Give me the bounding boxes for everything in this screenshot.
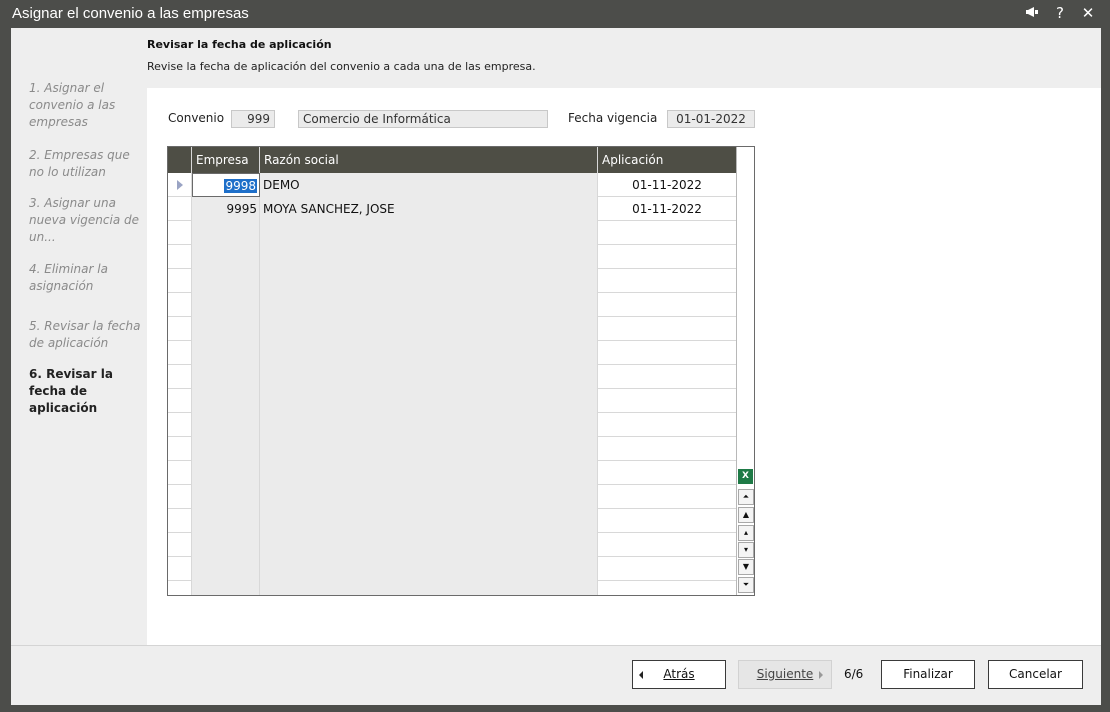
column-header-aplicacion[interactable]: Aplicación [598, 147, 736, 173]
table-row-empty [168, 533, 736, 557]
back-button[interactable]: Atrás [632, 660, 726, 689]
table-row[interactable]: 9998 DEMO 01-11-2022 [168, 173, 736, 197]
title-bar-icons: ? ✕ [1024, 4, 1096, 22]
table-row-empty [168, 461, 736, 485]
megaphone-icon[interactable] [1024, 4, 1040, 22]
page-up-icon[interactable]: ▲ [738, 507, 754, 523]
row-indicator [168, 173, 192, 197]
convenio-code-field: 999 [231, 110, 275, 128]
page-title: Revisar la fecha de aplicación [147, 38, 332, 51]
table-row-empty [168, 389, 736, 413]
table-row-empty [168, 437, 736, 461]
table-row-empty [168, 485, 736, 509]
header-band: Revisar la fecha de aplicación Revise la… [11, 28, 1101, 88]
page-down-icon[interactable]: ▼ [738, 559, 754, 575]
table-row-empty [168, 557, 736, 581]
column-header-empresa[interactable]: Empresa [192, 147, 260, 173]
table-row-empty [168, 581, 736, 595]
arrow-right-icon [819, 671, 823, 679]
table-row-empty [168, 221, 736, 245]
main-content: Convenio 999 Comercio de Informática Fec… [147, 88, 1101, 645]
step-3: 3. Asignar una nueva vigencia de un... [29, 196, 140, 244]
cell-empresa[interactable]: 9995 [192, 197, 260, 221]
fecha-vigencia-label: Fecha vigencia [568, 111, 658, 125]
cell-empresa[interactable]: 9998 [192, 173, 260, 197]
page-description: Revise la fecha de aplicación del conven… [147, 60, 536, 73]
help-icon[interactable]: ? [1052, 4, 1068, 22]
step-2: 2. Empresas que no lo utilizan [29, 148, 130, 179]
table-row-empty [168, 341, 736, 365]
table-row-empty [168, 413, 736, 437]
cell-aplicacion[interactable]: 01-11-2022 [598, 197, 736, 221]
grid-header-indicator [168, 147, 192, 173]
current-row-arrow-icon [177, 180, 183, 190]
cancel-button[interactable]: Cancelar [988, 660, 1083, 689]
convenio-name-field: Comercio de Informática [298, 110, 548, 128]
column-header-razon-social[interactable]: Razón social [260, 147, 598, 173]
excel-export-icon[interactable]: X [738, 469, 753, 484]
grid-side-toolbar: X ⏶ ▲ ▴ ▾ ▼ ⏷ [736, 147, 754, 595]
last-record-icon[interactable]: ⏷ [738, 577, 754, 593]
fecha-vigencia-field: 01-01-2022 [667, 110, 755, 128]
step-6-current: 6. Revisar la fecha de aplicación [29, 367, 113, 415]
table-row-empty [168, 509, 736, 533]
previous-record-icon[interactable]: ▴ [738, 525, 754, 541]
finish-button[interactable]: Finalizar [881, 660, 975, 689]
wizard-steps: 1. Asignar el convenio a las empresas 2.… [11, 81, 147, 645]
title-bar: Asignar el convenio a las empresas ? ✕ [0, 0, 1110, 28]
arrow-left-icon [639, 671, 643, 679]
wizard-client: Revisar la fecha de aplicación Revise la… [11, 28, 1101, 705]
convenio-label: Convenio [168, 111, 225, 125]
row-indicator [168, 197, 192, 221]
table-row-empty [168, 317, 736, 341]
step-5: 5. Revisar la fecha de aplicación [29, 319, 141, 350]
empresas-grid: Empresa Razón social Aplicación 9998 DEM… [167, 146, 755, 596]
step-4: 4. Eliminar la asignación [29, 262, 108, 293]
table-row-empty [168, 269, 736, 293]
cell-razon-social: MOYA SANCHEZ, JOSE [260, 197, 598, 221]
step-1: 1. Asignar el convenio a las empresas [29, 81, 116, 129]
table-row-empty [168, 245, 736, 269]
table-row-empty [168, 365, 736, 389]
next-record-icon[interactable]: ▾ [738, 542, 754, 558]
close-icon[interactable]: ✕ [1080, 4, 1096, 22]
cell-razon-social: DEMO [260, 173, 598, 197]
cell-aplicacion[interactable]: 01-11-2022 [598, 173, 736, 197]
step-counter: 6/6 [844, 667, 864, 681]
table-row[interactable]: 9995 MOYA SANCHEZ, JOSE 01-11-2022 [168, 197, 736, 221]
next-button[interactable]: Siguiente [738, 660, 832, 689]
first-record-icon[interactable]: ⏶ [738, 489, 754, 505]
grid-header: Empresa Razón social Aplicación [168, 147, 736, 173]
wizard-footer: Atrás Siguiente 6/6 Finalizar Cancelar [11, 645, 1101, 705]
window-title: Asignar el convenio a las empresas [12, 5, 249, 22]
wizard-window: Asignar el convenio a las empresas ? ✕ R… [0, 0, 1110, 712]
table-row-empty [168, 293, 736, 317]
